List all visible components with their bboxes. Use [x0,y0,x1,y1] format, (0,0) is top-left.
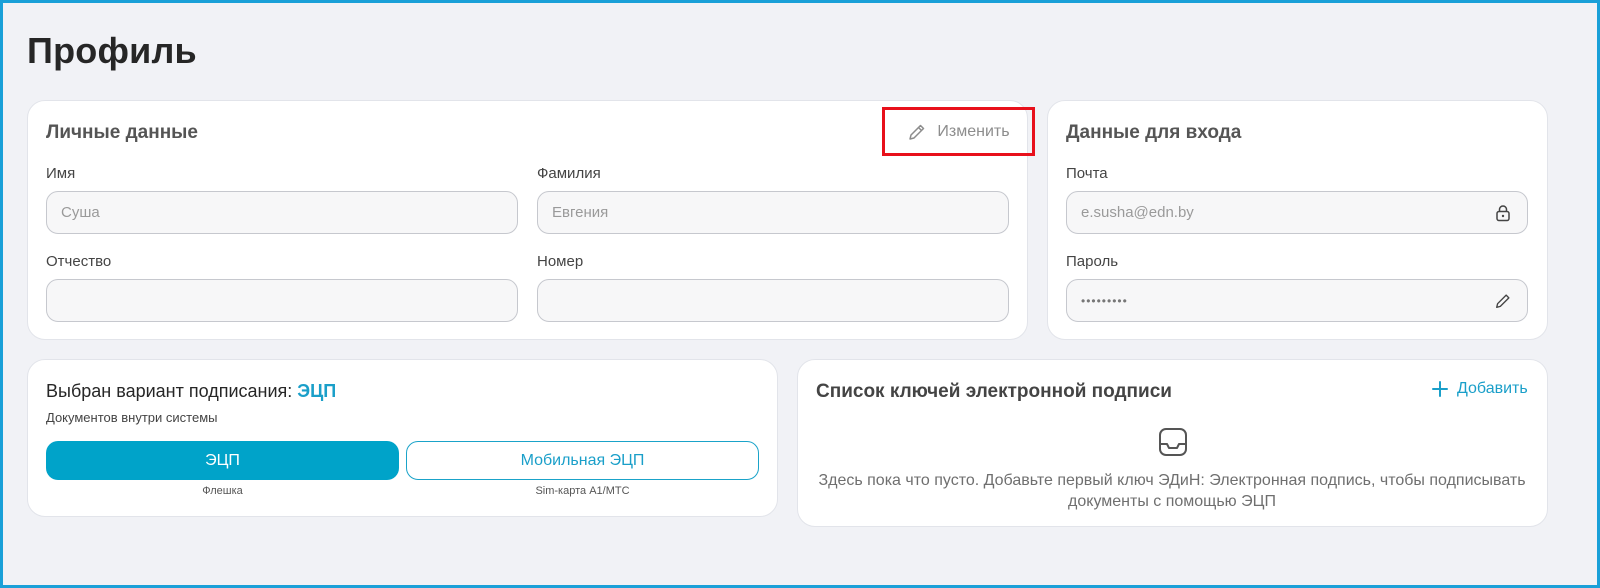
email-value: e.susha@edn.by [1081,204,1194,221]
first-name-value: Суша [61,204,100,221]
edit-personal-label: Изменить [937,122,1010,140]
signing-subtitle: Документов внутри системы [46,410,218,425]
login-data-title: Данные для входа [1066,122,1242,143]
page-title: Профиль [27,30,197,71]
signing-title-value: ЭЦП [297,381,337,401]
ecp-option-button[interactable]: ЭЦП [46,441,399,480]
last-name-label: Фамилия [537,165,601,182]
keys-empty-line-2: документы с помощью ЭЦП [1068,493,1276,510]
add-key-button[interactable]: Добавить [1431,380,1528,398]
inbox-icon [1157,426,1189,458]
last-name-field[interactable]: Евгения [537,191,1009,234]
keys-empty-line-1: Здесь пока что пусто. Добавьте первый кл… [818,472,1526,489]
first-name-field[interactable]: Суша [46,191,518,234]
keys-title: Список ключей электронной подписи [816,381,1172,402]
email-field[interactable]: e.susha@edn.by [1066,191,1528,234]
phone-field[interactable] [537,279,1009,322]
password-label: Пароль [1066,253,1119,270]
lock-icon [1493,203,1513,223]
ecp-option-caption: Флешка [202,485,243,497]
pencil-icon[interactable] [1493,291,1513,311]
password-value: ••••••••• [1081,293,1128,308]
password-field[interactable]: ••••••••• [1066,279,1528,322]
plus-icon [1431,380,1449,398]
phone-label: Номер [537,253,584,270]
first-name-label: Имя [46,165,76,182]
patronymic-label: Отчество [46,253,112,270]
mobile-ecp-option-button[interactable]: Мобильная ЭЦП [406,441,759,480]
edit-personal-button[interactable]: Изменить [882,107,1035,156]
signing-title-prefix: Выбран вариант подписания: [46,381,293,401]
mobile-ecp-option-caption: Sim-карта А1/МТС [535,485,630,497]
pencil-icon [907,122,927,142]
personal-data-title: Личные данные [46,122,198,143]
last-name-value: Евгения [552,204,609,221]
email-label: Почта [1066,165,1108,182]
keys-empty-message: Здесь пока что пусто. Добавьте первый кл… [798,470,1546,512]
add-key-label: Добавить [1457,380,1528,397]
signing-title: Выбран вариант подписания: ЭЦП [46,381,336,402]
patronymic-field[interactable] [46,279,518,322]
